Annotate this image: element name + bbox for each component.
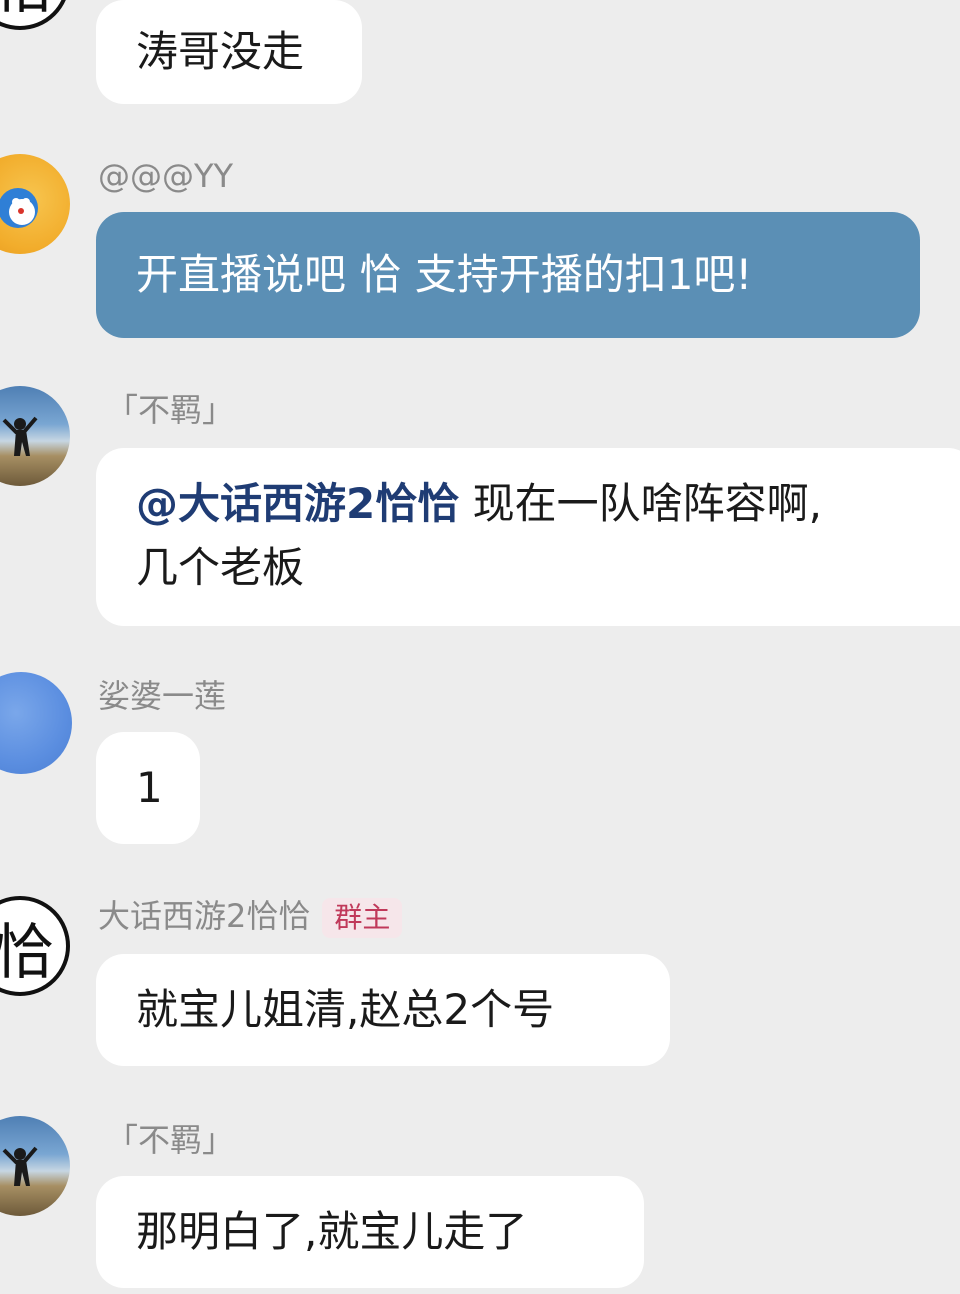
avatar[interactable] bbox=[0, 1116, 70, 1216]
avatar-text: 恰 bbox=[0, 918, 54, 988]
message-text: 1 bbox=[136, 763, 163, 812]
message-text: 现在一队啥阵容啊, bbox=[459, 479, 822, 528]
message-bubble[interactable]: 1 bbox=[96, 732, 200, 844]
message-bubble[interactable]: 就宝儿姐清,赵总2个号 bbox=[96, 954, 670, 1066]
sender-name: 娑婆一莲 bbox=[98, 677, 227, 715]
avatar[interactable] bbox=[0, 154, 70, 254]
avatar-text: 恰 bbox=[0, 0, 54, 25]
person-silhouette-icon bbox=[2, 1146, 38, 1186]
sender-name-text: 大话西游2恰恰 bbox=[98, 897, 311, 935]
doraemon-icon bbox=[0, 188, 38, 228]
message-bubble-highlighted[interactable]: 开直播说吧 恰 支持开播的扣1吧! bbox=[96, 212, 920, 338]
sender-name: 「不羁」 bbox=[106, 391, 235, 429]
message-text: 开直播说吧 恰 支持开播的扣1吧! bbox=[136, 250, 753, 299]
message-text: 涛哥没走 bbox=[136, 27, 305, 76]
avatar[interactable] bbox=[0, 672, 72, 774]
message-bubble[interactable]: @大话西游2恰恰 现在一队啥阵容啊, 几个老板 bbox=[96, 448, 960, 626]
message-bubble[interactable]: 那明白了,就宝儿走了 bbox=[96, 1176, 644, 1288]
message-bubble[interactable]: 涛哥没走 bbox=[96, 0, 362, 104]
avatar[interactable]: 恰 bbox=[0, 896, 70, 996]
message-text: 几个老板 bbox=[136, 543, 305, 592]
sender-name: @@@YY bbox=[98, 157, 234, 195]
avatar[interactable]: 恰 bbox=[0, 0, 70, 30]
owner-badge: 群主 bbox=[322, 898, 403, 938]
sender-name: 「不羁」 bbox=[106, 1121, 235, 1159]
person-silhouette-icon bbox=[2, 416, 38, 456]
sender-name: 大话西游2恰恰 群主 bbox=[98, 896, 403, 938]
avatar[interactable] bbox=[0, 386, 70, 486]
message-text: 那明白了,就宝儿走了 bbox=[136, 1207, 528, 1256]
message-text: 就宝儿姐清,赵总2个号 bbox=[136, 985, 555, 1034]
mention-link[interactable]: @大话西游2恰恰 bbox=[136, 479, 459, 528]
